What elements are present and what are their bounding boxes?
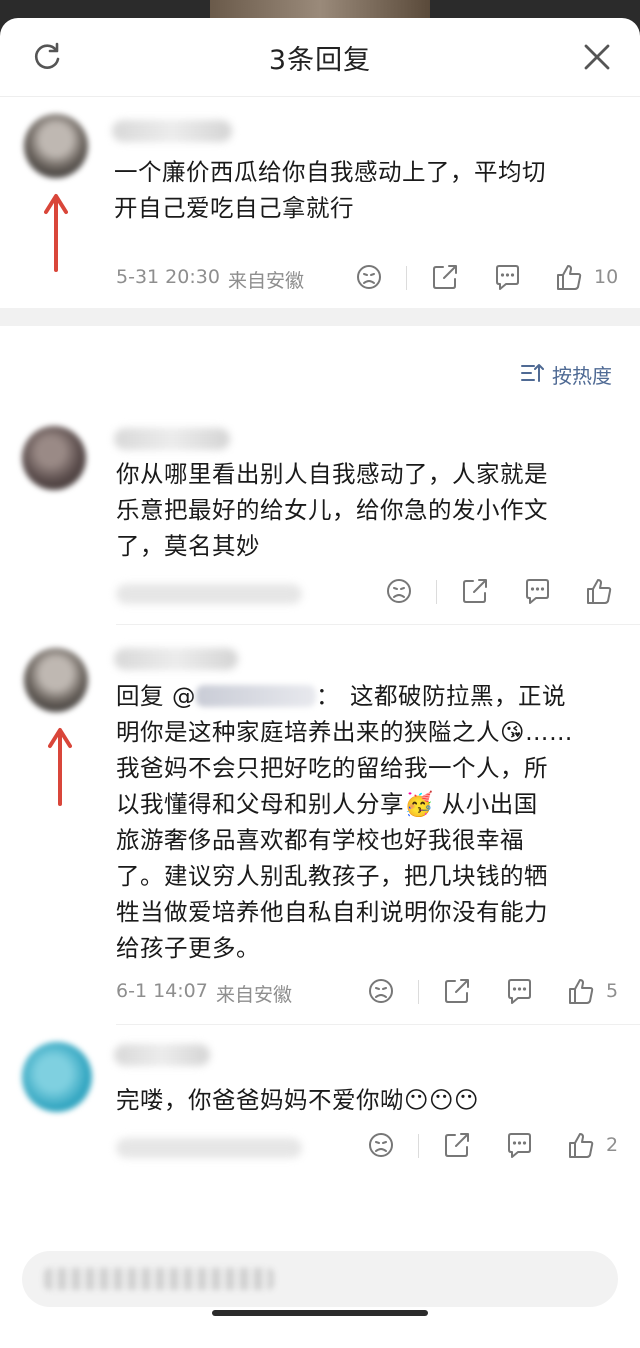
- timestamp: 6-1 14:07: [116, 980, 208, 1002]
- share-icon[interactable]: [442, 976, 472, 1006]
- comment-line: 明你是这种家庭培养出来的狭隘之人😘……: [116, 718, 573, 746]
- page-title: 3条回复: [268, 45, 372, 76]
- comment-line: 乐意把最好的给女儿，给你急的发小作文: [116, 496, 548, 524]
- home-indicator[interactable]: [212, 1310, 428, 1316]
- section-separator: [0, 308, 640, 326]
- row-divider: [116, 1024, 640, 1025]
- divider: [406, 266, 407, 290]
- divider: [418, 980, 419, 1004]
- comment-text: 你从哪里看出别人自我感动了，人家就是 乐意把最好的给女儿，给你急的发小作文 了，…: [116, 456, 626, 564]
- comment-line: 你从哪里看出别人自我感动了，人家就是: [116, 460, 548, 488]
- dislike-icon[interactable]: [354, 262, 384, 292]
- replies-sheet: 3条回复 一个廉价西瓜给你自我感动上了，平均切 开自己爱吃自己拿就行 5-31 …: [0, 18, 640, 1348]
- red-arrow-annotation: [48, 728, 72, 806]
- sort-icon: [521, 364, 544, 382]
- comment-line-rest: 这都破防拉黑，正说: [349, 682, 566, 710]
- comment-icon[interactable]: [504, 1130, 534, 1160]
- username[interactable]: [114, 1044, 210, 1066]
- comment-line: 开自己爱吃自己拿就行: [114, 194, 354, 222]
- comment-line: 了。建议穷人别乱教孩子，把几块钱的牺: [116, 862, 548, 890]
- comment-meta: [0, 576, 640, 610]
- dislike-icon[interactable]: [384, 576, 414, 606]
- avatar[interactable]: [22, 426, 86, 490]
- sort-control[interactable]: 按热度: [0, 356, 640, 392]
- share-icon[interactable]: [442, 1130, 472, 1160]
- blurred-meta: [116, 1138, 302, 1158]
- comment-line: 以我懂得和父母和别人分享🥳 从小出国: [116, 790, 538, 818]
- like-count: 10: [594, 266, 619, 288]
- red-arrow-annotation: [44, 194, 68, 272]
- comment-line: 一个廉价西瓜给你自我感动上了，平均切: [114, 158, 546, 186]
- like-icon[interactable]: [554, 262, 584, 292]
- comment-icon[interactable]: [492, 262, 522, 292]
- like-icon[interactable]: [566, 976, 596, 1006]
- share-icon[interactable]: [430, 262, 460, 292]
- sort-label: 按热度: [552, 364, 612, 388]
- like-icon[interactable]: [566, 1130, 596, 1160]
- avatar[interactable]: [24, 114, 88, 178]
- sheet-header: 3条回复: [0, 18, 640, 97]
- comment-text: 回复 @ ： 这都破防拉黑，正说 明你是这种家庭培养出来的狭隘之人😘…… 我爸妈不会…: [116, 678, 626, 966]
- comment-text: 一个廉价西瓜给你自我感动上了，平均切 开自己爱吃自己拿就行: [114, 154, 614, 226]
- dislike-icon[interactable]: [366, 1130, 396, 1160]
- root-comment: 一个廉价西瓜给你自我感动上了，平均切 开自己爱吃自己拿就行 5-31 20:30…: [0, 98, 640, 308]
- comment-line: 旅游奢侈品喜欢都有学校也好我很幸福: [116, 826, 524, 854]
- comment-meta: 6-1 14:07 来自安徽 5: [0, 976, 640, 1010]
- dislike-icon[interactable]: [366, 976, 396, 1006]
- comment-line: 回复 @ ： 这都破防拉黑，正说: [116, 678, 626, 714]
- username[interactable]: [112, 120, 232, 142]
- comment-line: 完喽，你爸爸妈妈不爱你呦😶😶😶: [116, 1086, 479, 1114]
- comment-line: 了，莫名其妙: [116, 532, 260, 560]
- comment-icon[interactable]: [504, 976, 534, 1006]
- reply-colon: ：: [315, 682, 340, 710]
- avatar[interactable]: [24, 648, 88, 712]
- row-divider: [116, 624, 640, 625]
- comment-line: 我爸妈不会只把好吃的留给我一个人，所: [116, 754, 548, 782]
- blurred-placeholder: [44, 1268, 274, 1290]
- mentioned-user[interactable]: [195, 685, 316, 707]
- avatar[interactable]: [22, 1042, 92, 1112]
- divider: [436, 580, 437, 604]
- comment-line: 牲当做爱培养他自私自利说明你没有能力: [116, 898, 548, 926]
- like-count: 2: [606, 1134, 619, 1156]
- location: 来自安徽: [228, 270, 305, 292]
- username[interactable]: [114, 428, 230, 450]
- comment-meta: 2: [0, 1130, 640, 1164]
- username[interactable]: [114, 648, 238, 670]
- divider: [418, 1134, 419, 1158]
- comment-meta: 5-31 20:30 来自安徽 10: [0, 262, 640, 296]
- like-count: 5: [606, 980, 619, 1002]
- timestamp: 5-31 20:30: [116, 266, 220, 288]
- reply-prefix: 回复 @: [116, 682, 196, 710]
- comment-icon[interactable]: [522, 576, 552, 606]
- close-icon[interactable]: [580, 40, 614, 74]
- comment-text: 完喽，你爸爸妈妈不爱你呦😶😶😶: [116, 1082, 626, 1118]
- blurred-meta: [116, 584, 302, 604]
- background-photo-strip: [210, 0, 430, 18]
- reply-input[interactable]: [22, 1251, 618, 1307]
- comment-line: 给孩子更多。: [116, 934, 260, 962]
- share-icon[interactable]: [460, 576, 490, 606]
- location: 来自安徽: [216, 984, 293, 1006]
- like-icon[interactable]: [584, 576, 614, 606]
